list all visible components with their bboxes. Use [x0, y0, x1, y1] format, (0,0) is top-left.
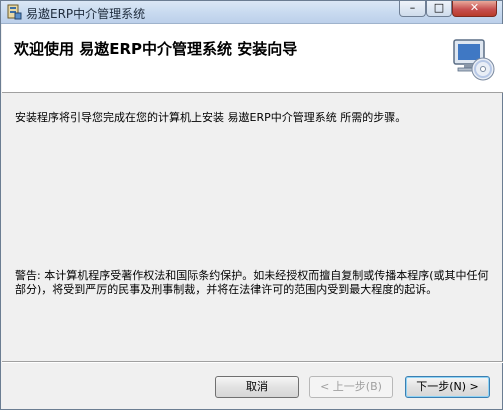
installer-app-icon: [7, 4, 22, 20]
intro-text: 安装程序将引导您完成在您的计算机上安装 易遨ERP中介管理系统 所需的步骤。: [15, 111, 407, 124]
window-title: 易遨ERP中介管理系统: [26, 7, 146, 21]
title-bar[interactable]: 易遨ERP中介管理系统 – □ ✕: [1, 1, 502, 24]
minimize-button[interactable]: –: [399, 1, 426, 17]
maximize-button[interactable]: □: [426, 1, 452, 17]
cancel-button[interactable]: 取消: [215, 376, 299, 398]
button-separator: [2, 361, 503, 363]
back-button[interactable]: < 上一步(B): [309, 376, 393, 398]
next-button[interactable]: 下一步(N) >: [405, 376, 490, 398]
installer-window: 易遨ERP中介管理系统 – □ ✕ 欢迎使用 易遨ERP中介管理系统 安装向导 …: [0, 0, 503, 410]
wizard-header: 欢迎使用 易遨ERP中介管理系统 安装向导: [2, 24, 503, 93]
computer-disc-icon: [453, 39, 495, 81]
copyright-warning: 警告: 本计算机程序受著作权法和国际条约保护。如未经授权而擅自复制或传播本程序(…: [15, 269, 489, 296]
close-button[interactable]: ✕: [452, 1, 497, 17]
page-title: 欢迎使用 易遨ERP中介管理系统 安装向导: [14, 40, 298, 58]
